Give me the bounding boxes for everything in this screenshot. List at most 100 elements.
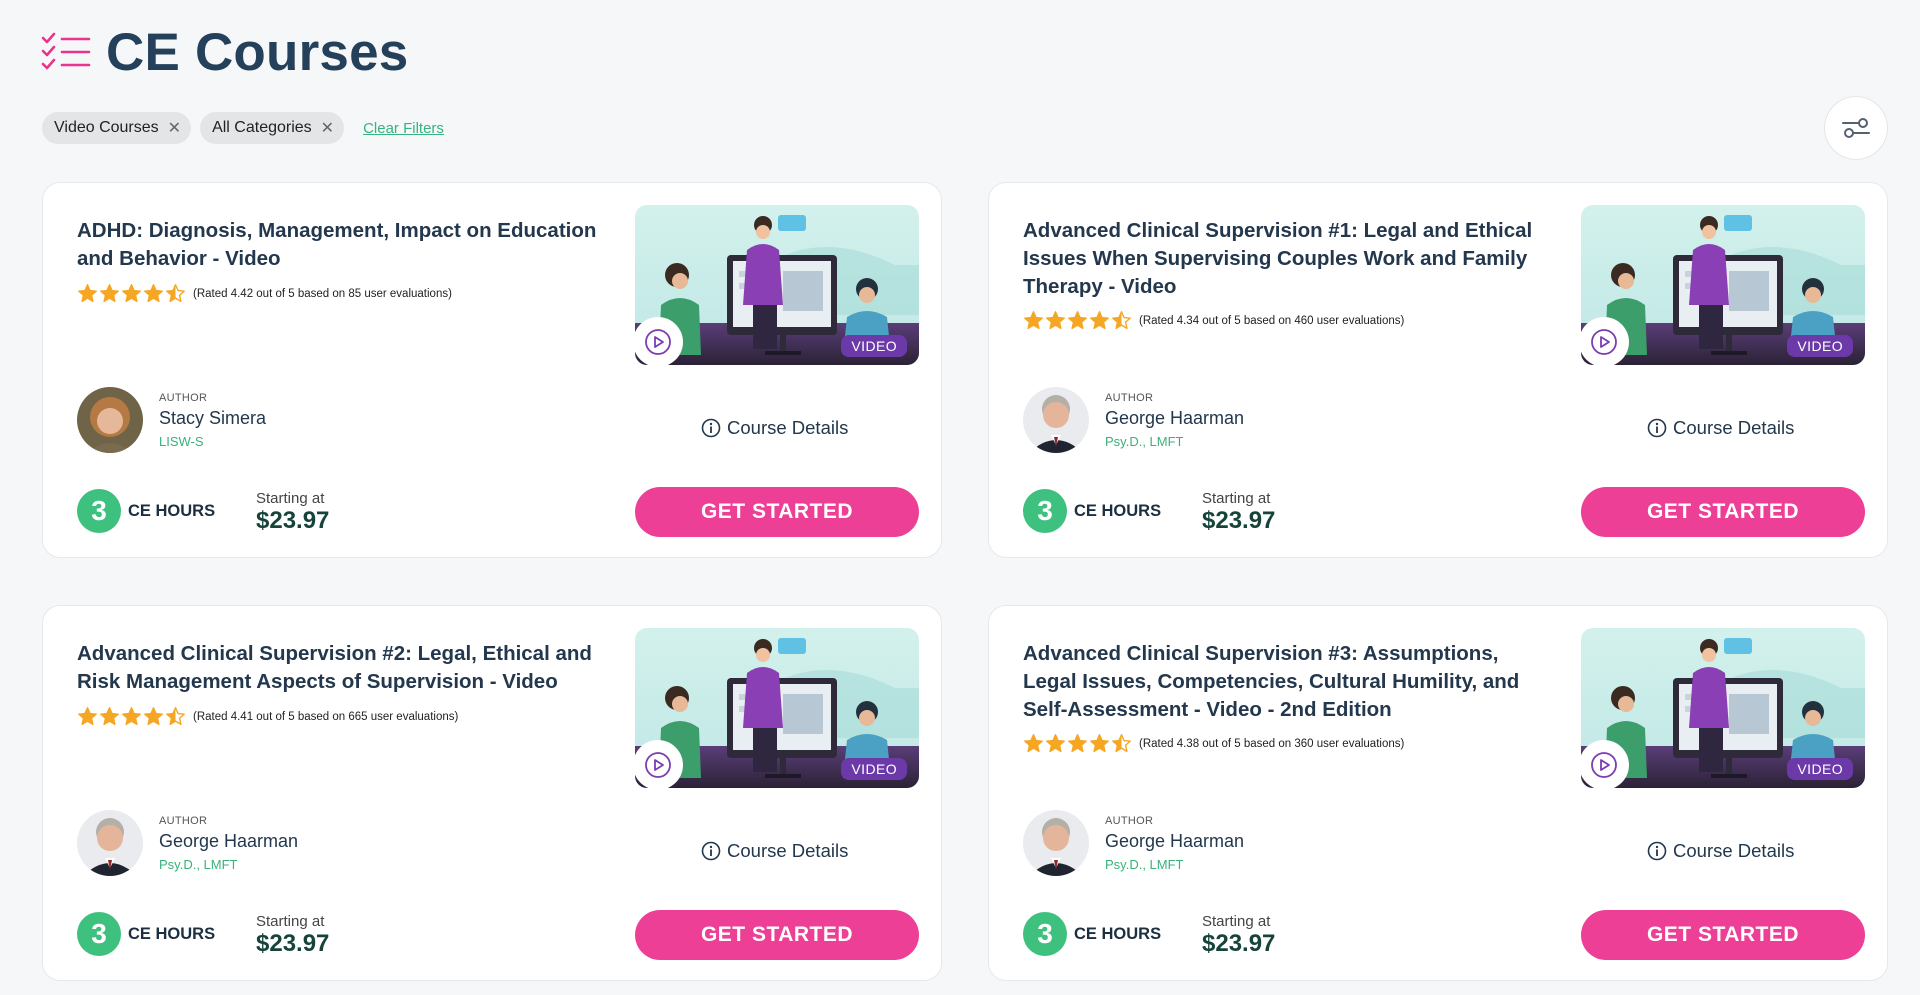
close-icon[interactable]: ✕ [168, 118, 181, 138]
ce-hours-label: CE HOURS [128, 501, 216, 520]
course-details-link[interactable]: Course Details [701, 417, 848, 439]
ce-hours: 3 CE HOURS [77, 489, 215, 533]
price-label: Starting at [256, 913, 325, 930]
author-label: AUTHOR [159, 391, 208, 404]
filter-chip-video-courses[interactable]: Video Courses ✕ [42, 112, 192, 144]
star-icon [1090, 311, 1109, 330]
star-icon [1046, 311, 1065, 330]
course-rating: (Rated 4.38 out of 5 based on 360 user e… [1023, 733, 1404, 754]
page-title: CE Courses [106, 22, 409, 82]
author-label: AUTHOR [1105, 814, 1154, 827]
star-icon [1112, 734, 1131, 753]
ce-hours-label: CE HOURS [1074, 924, 1162, 943]
info-icon [1647, 841, 1667, 861]
ce-hours-label: CE HOURS [128, 924, 216, 943]
filter-chip-label: Video Courses [54, 119, 159, 136]
star-icon [100, 284, 119, 303]
play-icon [1591, 329, 1617, 355]
play-button[interactable] [635, 317, 683, 365]
get-started-button[interactable]: GET STARTED [1581, 910, 1865, 960]
course-title[interactable]: ADHD: Diagnosis, Management, Impact on E… [77, 217, 607, 273]
avatar [77, 810, 143, 876]
ce-hours-value: 3 [1023, 912, 1067, 956]
info-icon [1647, 418, 1667, 438]
course-details-label: Course Details [1673, 417, 1795, 438]
star-icon [1090, 734, 1109, 753]
course-rating: (Rated 4.42 out of 5 based on 85 user ev… [77, 283, 452, 304]
course-details-link[interactable]: Course Details [1647, 840, 1794, 862]
rating-text: (Rated 4.42 out of 5 based on 85 user ev… [193, 287, 452, 300]
filter-chip-label: All Categories [212, 119, 312, 136]
filter-settings-icon [1842, 118, 1870, 138]
ce-hours-value: 3 [77, 489, 121, 533]
course-author: AUTHOR George Haarman Psy.D., LMFT [1023, 387, 1244, 453]
star-icon [1046, 734, 1065, 753]
price-label: Starting at [1202, 913, 1271, 930]
ce-hours-label: CE HOURS [1074, 501, 1162, 520]
course-title[interactable]: Advanced Clinical Supervision #3: Assump… [1023, 640, 1553, 724]
star-icon [1024, 311, 1043, 330]
star-icon [122, 284, 141, 303]
course-details-link[interactable]: Course Details [1647, 417, 1794, 439]
filter-settings-button[interactable] [1824, 96, 1888, 160]
ce-hours-value: 3 [1023, 489, 1067, 533]
star-icon [100, 707, 119, 726]
course-thumbnail[interactable]: VIDEO [635, 205, 919, 365]
course-thumbnail[interactable]: VIDEO [1581, 205, 1865, 365]
page-header: CE Courses [40, 22, 408, 82]
checklist-icon [41, 32, 91, 70]
ce-hours: 3 CE HOURS [1023, 912, 1161, 956]
info-icon [701, 841, 721, 861]
course-price: Starting at $23.97 [256, 491, 329, 535]
play-icon [645, 752, 671, 778]
course-details-link[interactable]: Course Details [701, 840, 848, 862]
ce-hours-value: 3 [77, 912, 121, 956]
star-icon [1024, 734, 1043, 753]
clear-filters-link[interactable]: Clear Filters [363, 120, 444, 137]
course-details-label: Course Details [1673, 840, 1795, 861]
course-details-label: Course Details [727, 840, 849, 861]
course-title[interactable]: Advanced Clinical Supervision #2: Legal,… [77, 640, 607, 696]
play-button[interactable] [635, 740, 683, 788]
course-thumbnail[interactable]: VIDEO [635, 628, 919, 788]
course-card: ADHD: Diagnosis, Management, Impact on E… [42, 182, 942, 558]
author-name: George Haarman [1105, 830, 1245, 851]
course-rating: (Rated 4.34 out of 5 based on 460 user e… [1023, 310, 1404, 331]
author-label: AUTHOR [1105, 391, 1154, 404]
course-thumbnail[interactable]: VIDEO [1581, 628, 1865, 788]
price-value: $23.97 [1202, 930, 1276, 957]
author-name: George Haarman [159, 830, 299, 851]
video-badge: VIDEO [841, 335, 907, 357]
price-value: $23.97 [256, 930, 330, 957]
star-icon [144, 707, 163, 726]
play-button[interactable] [1581, 317, 1629, 365]
play-icon [1591, 752, 1617, 778]
author-label: AUTHOR [159, 814, 208, 827]
get-started-button[interactable]: GET STARTED [635, 487, 919, 537]
course-author: AUTHOR George Haarman Psy.D., LMFT [1023, 810, 1244, 876]
course-price: Starting at $23.97 [1202, 914, 1275, 958]
get-started-button[interactable]: GET STARTED [1581, 487, 1865, 537]
course-price: Starting at $23.97 [1202, 491, 1275, 535]
star-icon [78, 284, 97, 303]
rating-stars [1023, 733, 1132, 754]
filter-bar: Video Courses ✕ All Categories ✕ Clear F… [42, 112, 444, 144]
course-title[interactable]: Advanced Clinical Supervision #1: Legal … [1023, 217, 1553, 301]
author-credentials: Psy.D., LMFT [1105, 856, 1184, 872]
star-icon [1068, 311, 1087, 330]
avatar [1023, 387, 1089, 453]
play-button[interactable] [1581, 740, 1629, 788]
star-icon [78, 707, 97, 726]
info-icon [701, 418, 721, 438]
play-icon [645, 329, 671, 355]
course-rating: (Rated 4.41 out of 5 based on 665 user e… [77, 706, 458, 727]
price-value: $23.97 [256, 507, 330, 534]
close-icon[interactable]: ✕ [321, 118, 334, 138]
get-started-button[interactable]: GET STARTED [635, 910, 919, 960]
video-badge: VIDEO [1787, 758, 1853, 780]
rating-stars [77, 706, 186, 727]
star-icon [122, 707, 141, 726]
rating-stars [77, 283, 186, 304]
author-name: George Haarman [1105, 407, 1245, 428]
filter-chip-all-categories[interactable]: All Categories ✕ [200, 112, 345, 144]
